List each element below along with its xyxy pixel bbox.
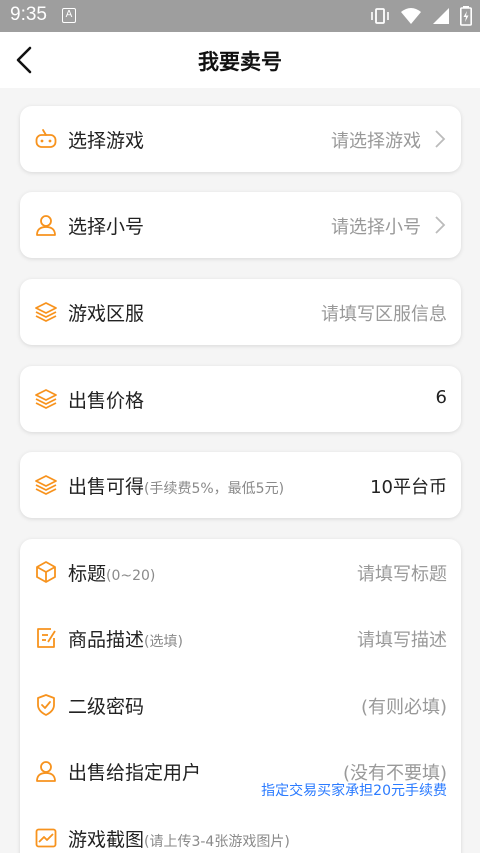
description-input[interactable]: 请填写描述	[357, 626, 447, 652]
notification-a-icon: A	[62, 8, 76, 23]
price-label: 出售价格	[68, 390, 145, 412]
price-card[interactable]: 出售价格 6	[20, 366, 461, 432]
status-bar: 9:35 A	[0, 0, 480, 32]
screenshots-label-text: 游戏截图	[68, 829, 145, 851]
buyer-row[interactable]: 出售给指定用户 (没有不要填) 指定交易买家承担20元手续费	[20, 738, 461, 804]
password-label: 二级密码	[68, 696, 145, 718]
buyer-label: 出售给指定用户	[68, 762, 202, 784]
chevron-right-icon	[435, 216, 446, 234]
gamepad-icon	[35, 129, 57, 148]
shield-icon	[37, 694, 55, 716]
select-game-row[interactable]: 选择游戏 请选择游戏	[20, 106, 461, 172]
layers-icon	[35, 302, 57, 322]
server-card[interactable]: 游戏区服 请填写区服信息	[20, 279, 461, 345]
select-game-value: 请选择游戏	[331, 131, 421, 152]
title-input[interactable]: 请填写标题	[357, 560, 447, 586]
earn-label-text: 出售可得	[68, 476, 145, 498]
image-icon	[35, 828, 57, 848]
screenshots-hint: (请上传3-4张游戏图片)	[144, 834, 290, 850]
signal-icon	[433, 8, 449, 24]
buyer-fee-note: 指定交易买家承担20元手续费	[261, 783, 447, 799]
password-row[interactable]: 二级密码 (有则必填)	[20, 672, 461, 738]
user-icon	[36, 215, 56, 236]
page-title: 我要卖号	[198, 50, 282, 74]
status-time: 9:35	[10, 4, 47, 25]
password-input[interactable]: (有则必填)	[361, 693, 447, 719]
details-card: 标题(0~20) 请填写标题 商品描述(选填) 请填写描述 二级密码 (有则必填…	[20, 539, 461, 853]
vibrate-icon	[371, 8, 389, 24]
status-right-icons	[370, 6, 472, 26]
description-optional-hint: (选填)	[144, 634, 183, 650]
box-icon	[36, 561, 56, 583]
server-row[interactable]: 游戏区服 请填写区服信息	[20, 279, 461, 345]
wifi-icon	[401, 8, 421, 24]
server-label: 游戏区服	[68, 303, 145, 325]
title-label-text: 标题	[68, 563, 107, 585]
layers-icon	[35, 475, 57, 495]
layers-icon	[35, 389, 57, 409]
select-account-label: 选择小号	[68, 216, 145, 238]
server-input[interactable]: 请填写区服信息	[321, 300, 447, 326]
earn-card: 出售可得(手续费5%，最低5元) 10平台币	[20, 452, 461, 518]
select-game-card[interactable]: 选择游戏 请选择游戏	[20, 106, 461, 172]
select-account-card[interactable]: 选择小号 请选择小号	[20, 192, 461, 258]
price-input[interactable]: 6	[436, 387, 447, 408]
title-label: 标题(0~20)	[68, 559, 155, 586]
earn-label: 出售可得(手续费5%，最低5元)	[68, 472, 284, 499]
description-label: 商品描述(选填)	[68, 625, 183, 652]
select-account-row[interactable]: 选择小号 请选择小号	[20, 192, 461, 258]
price-row[interactable]: 出售价格 6	[20, 366, 461, 432]
edit-icon	[37, 628, 56, 648]
earn-value: 10平台币	[370, 477, 447, 498]
screenshots-label: 游戏截图(请上传3-4张游戏图片)	[68, 825, 290, 852]
select-game-label: 选择游戏	[68, 130, 145, 152]
nav-bar: 我要卖号	[0, 32, 480, 88]
chevron-right-icon	[435, 130, 446, 148]
title-length-hint: (0~20)	[106, 568, 156, 584]
earn-fee-note: (手续费5%，最低5元)	[144, 481, 285, 497]
earn-row: 出售可得(手续费5%，最低5元) 10平台币	[20, 452, 461, 518]
select-account-value: 请选择小号	[331, 217, 421, 238]
battery-icon	[460, 6, 472, 26]
description-row[interactable]: 商品描述(选填) 请填写描述	[20, 605, 461, 671]
screenshots-row[interactable]: 游戏截图(请上传3-4张游戏图片)	[20, 805, 461, 853]
description-label-text: 商品描述	[68, 629, 145, 651]
title-row[interactable]: 标题(0~20) 请填写标题	[20, 539, 461, 605]
user-icon	[36, 761, 56, 782]
